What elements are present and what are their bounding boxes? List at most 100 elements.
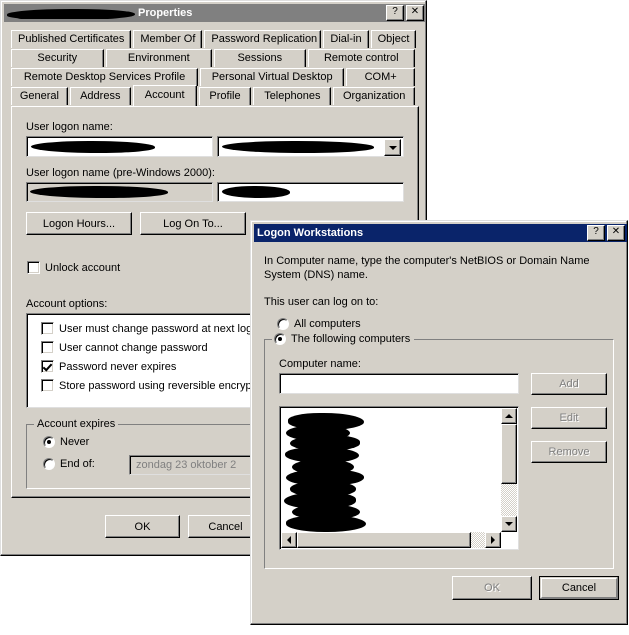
logon-cancel-button[interactable]: Cancel bbox=[539, 576, 619, 600]
tab-telephones[interactable]: Telephones bbox=[253, 87, 332, 105]
close-icon[interactable]: ✕ bbox=[406, 5, 424, 21]
logon-cancel-label: Cancel bbox=[561, 582, 597, 594]
properties-titlebar: Properties ? ✕ bbox=[4, 4, 426, 22]
user-logon-pre2000-input[interactable] bbox=[217, 182, 404, 202]
logon-prompt-label: This user can log on to: bbox=[264, 296, 379, 308]
expires-end-of-label: End of: bbox=[60, 458, 95, 470]
tab-remote-control[interactable]: Remote control bbox=[307, 49, 415, 67]
all-computers-radio[interactable] bbox=[277, 318, 289, 330]
password-never-expires-checkbox[interactable] bbox=[41, 360, 54, 373]
dialog-description-line1: In Computer name, type the computer's Ne… bbox=[264, 255, 590, 267]
computer-name-label: Computer name: bbox=[279, 358, 361, 370]
remove-button[interactable]: Remove bbox=[531, 441, 607, 463]
scroll-right-arrow-icon[interactable] bbox=[485, 532, 501, 548]
properties-tabstrip: Published Certificates Member Of Passwor… bbox=[11, 30, 417, 106]
add-button[interactable]: Add bbox=[531, 373, 607, 395]
log-on-to-button[interactable]: Log On To... bbox=[140, 212, 246, 235]
option-label: Store password using reversible encrypti… bbox=[59, 379, 270, 392]
account-expires-group-label: Account expires bbox=[34, 418, 119, 430]
tab-sessions[interactable]: Sessions bbox=[214, 49, 306, 67]
user-logon-name-label: User logon name: bbox=[26, 121, 113, 133]
tab-personal-virtual-desktop[interactable]: Personal Virtual Desktop bbox=[200, 68, 345, 86]
properties-ok-button[interactable]: OK bbox=[105, 515, 180, 538]
following-computers-group: The following computers Computer name: A… bbox=[264, 333, 614, 569]
redacted-username bbox=[7, 8, 135, 19]
expires-never-label: Never bbox=[60, 436, 90, 448]
expires-never-radio-row[interactable]: Never bbox=[43, 436, 89, 448]
logon-workstations-dialog: Logon Workstations ? ✕ In Computer name,… bbox=[250, 220, 628, 625]
all-computers-label: All computers bbox=[294, 318, 361, 330]
tab-published-certificates[interactable]: Published Certificates bbox=[11, 30, 132, 48]
expires-end-of-radio[interactable] bbox=[43, 458, 55, 470]
tab-row-2: Security Environment Sessions Remote con… bbox=[11, 49, 417, 68]
redacted-value bbox=[30, 186, 168, 198]
account-options-label: Account options: bbox=[26, 298, 108, 310]
properties-title-text: Properties bbox=[138, 7, 193, 19]
tab-password-replication[interactable]: Password Replication bbox=[204, 30, 322, 48]
tab-object[interactable]: Object bbox=[370, 30, 416, 48]
option-label: User cannot change password bbox=[59, 341, 208, 354]
user-logon-domain-combobox[interactable] bbox=[217, 136, 404, 157]
option-password-never-expires[interactable]: Password never expires bbox=[41, 360, 176, 373]
user-logon-pre2000-domain-input[interactable] bbox=[26, 182, 213, 202]
computer-name-input[interactable] bbox=[279, 373, 519, 394]
listbox-horizontal-scrollbar[interactable] bbox=[281, 532, 501, 548]
tab-profile[interactable]: Profile bbox=[198, 87, 252, 105]
listbox-vertical-scrollbar[interactable] bbox=[501, 408, 517, 532]
chevron-down-icon[interactable] bbox=[384, 139, 401, 156]
option-store-password-reversible-encryption[interactable]: Store password using reversible encrypti… bbox=[41, 379, 269, 392]
logon-hours-button[interactable]: Logon Hours... bbox=[26, 212, 132, 235]
tab-general[interactable]: General bbox=[11, 87, 68, 105]
following-computers-radio-row[interactable]: The following computers bbox=[274, 333, 411, 346]
scrollbar-thumb[interactable] bbox=[501, 424, 517, 484]
option-user-must-change-password[interactable]: User must change password at next logon bbox=[41, 322, 264, 335]
unlock-account-checkbox-row[interactable]: Unlock account bbox=[27, 261, 120, 274]
properties-title: Properties bbox=[7, 7, 384, 19]
following-computers-group-label: The following computers bbox=[272, 333, 415, 346]
dialog-description-line2: System (DNS) name. bbox=[264, 269, 368, 281]
expires-never-radio[interactable] bbox=[43, 436, 55, 448]
user-must-change-password-checkbox[interactable] bbox=[41, 322, 54, 335]
scroll-left-arrow-icon[interactable] bbox=[281, 532, 297, 548]
tab-row-1: Published Certificates Member Of Passwor… bbox=[11, 30, 417, 49]
expires-end-of-radio-row[interactable]: End of: bbox=[43, 458, 95, 470]
logon-workstations-title: Logon Workstations bbox=[257, 227, 364, 239]
close-icon[interactable]: ✕ bbox=[607, 225, 625, 241]
help-icon[interactable]: ? bbox=[386, 5, 404, 21]
edit-button[interactable]: Edit bbox=[531, 407, 607, 429]
redacted-value bbox=[222, 186, 290, 198]
user-cannot-change-password-checkbox[interactable] bbox=[41, 341, 54, 354]
unlock-account-checkbox[interactable] bbox=[27, 261, 40, 274]
computers-listbox[interactable] bbox=[279, 406, 519, 550]
tab-security[interactable]: Security bbox=[11, 49, 104, 67]
redacted-list-entry bbox=[286, 515, 366, 532]
scrollbar-thumb[interactable] bbox=[297, 532, 471, 548]
option-label: Password never expires bbox=[59, 360, 177, 373]
scroll-up-arrow-icon[interactable] bbox=[501, 408, 517, 424]
following-computers-label: The following computers bbox=[291, 333, 411, 346]
tab-dial-in[interactable]: Dial-in bbox=[323, 30, 369, 48]
user-logon-name-input[interactable] bbox=[26, 136, 213, 157]
store-password-reversible-encryption-checkbox[interactable] bbox=[41, 379, 54, 392]
tab-member-of[interactable]: Member Of bbox=[133, 30, 203, 48]
unlock-account-label: Unlock account bbox=[45, 261, 121, 274]
tab-row-3: Remote Desktop Services Profile Personal… bbox=[11, 68, 417, 87]
tab-row-4: General Address Account Profile Telephon… bbox=[11, 85, 417, 106]
redacted-value bbox=[31, 141, 155, 153]
expires-date-value: zondag 23 oktober 2 bbox=[136, 459, 237, 471]
redacted-value bbox=[222, 141, 374, 153]
help-icon[interactable]: ? bbox=[587, 225, 605, 241]
logon-ok-button[interactable]: OK bbox=[452, 576, 532, 600]
tab-organization[interactable]: Organization bbox=[333, 87, 416, 105]
logon-workstations-titlebar: Logon Workstations ? ✕ bbox=[254, 224, 627, 242]
tab-account[interactable]: Account bbox=[132, 85, 197, 106]
all-computers-radio-row[interactable]: All computers bbox=[277, 318, 361, 330]
scroll-down-arrow-icon[interactable] bbox=[501, 516, 517, 532]
user-logon-pre2000-label: User logon name (pre-Windows 2000): bbox=[26, 167, 215, 179]
option-user-cannot-change-password[interactable]: User cannot change password bbox=[41, 341, 208, 354]
tab-environment[interactable]: Environment bbox=[105, 49, 212, 67]
tab-com-plus[interactable]: COM+ bbox=[346, 68, 415, 86]
following-computers-radio[interactable] bbox=[274, 333, 286, 346]
tab-remote-desktop-services-profile[interactable]: Remote Desktop Services Profile bbox=[11, 68, 199, 86]
tab-address[interactable]: Address bbox=[69, 87, 131, 105]
